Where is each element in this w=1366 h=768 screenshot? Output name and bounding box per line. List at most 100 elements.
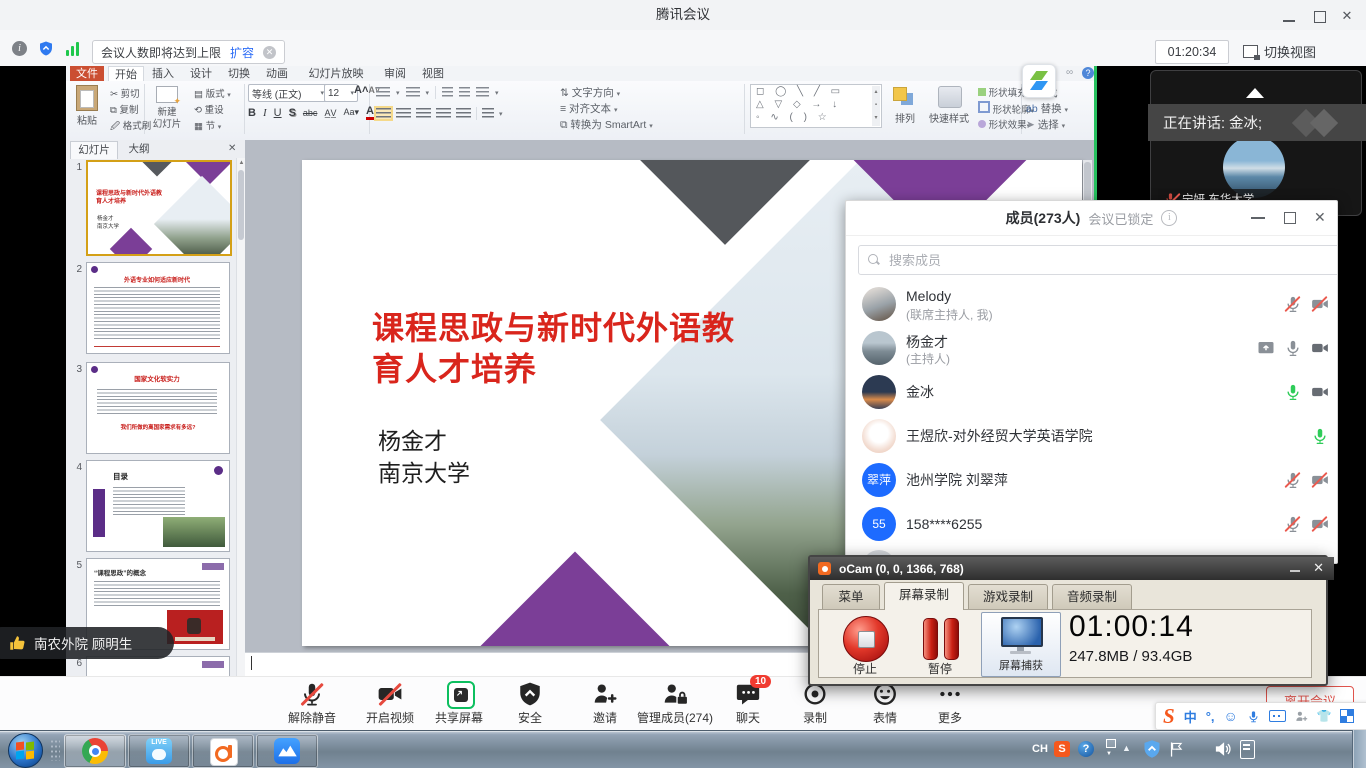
ime-skin-icon[interactable]: 👕 (1317, 709, 1332, 723)
ocam-tab-audio-record[interactable]: 音频录制 (1052, 584, 1132, 610)
expand-link[interactable]: 扩容 (230, 44, 254, 61)
copy-button[interactable]: ⧉ 复制 (110, 102, 138, 116)
sogou-ime-bar[interactable]: S 中 °, ☺ 👕 (1155, 702, 1366, 730)
search-input[interactable] (887, 252, 1271, 269)
arrange-icon[interactable] (893, 87, 917, 107)
tray-shield-icon[interactable] (1142, 738, 1162, 760)
ppt-tab-file[interactable]: 文件 (70, 66, 104, 81)
slide-author[interactable]: 杨金才 (378, 422, 447, 456)
section-button[interactable]: ▦ 节 ▾ (194, 118, 221, 132)
pane-close-icon[interactable]: ✕ (228, 143, 236, 154)
maximize-button[interactable] (1306, 8, 1332, 24)
ime-keyboard-icon[interactable] (1269, 710, 1286, 722)
mic-on-icon[interactable] (1284, 339, 1302, 357)
slide-affiliation[interactable]: 南京大学 (378, 454, 470, 488)
paste-button[interactable]: 粘贴 (70, 112, 104, 127)
smartart-button[interactable]: ⧉ 转换为 SmartArt ▾ (560, 117, 653, 132)
ocam-tab-game-record[interactable]: 游戏录制 (968, 584, 1048, 610)
ime-account-icon[interactable] (1295, 710, 1308, 723)
align-text-button[interactable]: ≡ 对齐文本 ▾ (560, 101, 617, 116)
arrange-button[interactable]: 排列 (885, 110, 925, 125)
text-direction-button[interactable]: ⇅ 文字方向 ▾ (560, 85, 620, 100)
network-signal-icon[interactable] (66, 41, 82, 56)
member-search-box[interactable] (858, 245, 1338, 275)
format-painter-button[interactable]: 🖉 格式刷 (110, 118, 151, 135)
switch-view-button[interactable]: 切换视图 (1243, 40, 1316, 63)
tray-window-icon[interactable]: ▼ (1102, 739, 1116, 758)
ppt-tab-transitions[interactable]: 切换 (222, 66, 256, 81)
camera-muted-icon[interactable] (1311, 471, 1329, 489)
member-row[interactable]: 王煜欣-对外经贸大学英语学院 (846, 414, 1337, 458)
select-button[interactable]: ➤ 选择 ▾ (1026, 117, 1065, 132)
list-buttons[interactable]: ▾▾ ▾ (376, 86, 499, 99)
panel-maximize-button[interactable] (1284, 212, 1296, 224)
panel-close-button[interactable]: ✕ (1314, 209, 1326, 226)
panel-minimize-button[interactable] (1251, 217, 1265, 219)
pause-button[interactable] (944, 618, 959, 660)
mic-speaking-icon[interactable] (1284, 383, 1302, 401)
paste-icon[interactable] (76, 85, 98, 111)
font-family-select[interactable]: 等线 (正文)▾ (248, 84, 328, 102)
font-size-select[interactable]: 12▾ (324, 84, 358, 102)
quick-styles-icon[interactable] (938, 86, 962, 108)
ocam-tab-menu[interactable]: 菜单 (822, 584, 880, 610)
font-style-buttons[interactable]: BIUSabcA̲V̲Aa▾A (248, 105, 368, 120)
ppt-tab-insert[interactable]: 插入 (146, 66, 180, 81)
tray-help-icon[interactable]: ? (1078, 741, 1094, 757)
ocam-minimize-button[interactable] (1290, 570, 1300, 572)
member-row[interactable]: Melody (联席主持人, 我) (846, 282, 1337, 326)
camera-muted-icon[interactable] (1311, 515, 1329, 533)
start-button[interactable] (8, 733, 43, 768)
ime-lang-icon[interactable]: 中 (1184, 707, 1197, 726)
member-row[interactable]: 杨金才 (主持人) (846, 326, 1337, 370)
ppt-tab-animations[interactable]: 动画 (260, 66, 294, 81)
pause-button[interactable] (923, 618, 938, 660)
tray-sogou-icon[interactable]: S (1054, 741, 1070, 757)
chrome-taskbar-button[interactable] (64, 734, 126, 768)
mic-muted-icon[interactable] (1284, 471, 1302, 489)
security-shield-icon[interactable] (38, 40, 54, 57)
tray-tablet-icon[interactable] (1240, 740, 1255, 759)
layout-button[interactable]: ▤ 版式 ▾ (194, 86, 231, 100)
ppt-tab-design[interactable]: 设计 (184, 66, 218, 81)
quick-styles-button[interactable]: 快速样式 (926, 110, 972, 125)
ocam-close-button[interactable]: ✕ (1313, 560, 1324, 576)
member-row[interactable]: 金冰 (846, 370, 1337, 414)
slide-thumb-1[interactable]: 课程思政与新时代外语教 育人才培养 杨金才 南京大学 (86, 160, 232, 256)
camera-on-icon[interactable] (1311, 339, 1329, 357)
show-desktop-button[interactable] (1352, 730, 1366, 768)
ocam-taskbar-button[interactable] (192, 734, 254, 768)
mic-muted-icon[interactable] (1284, 295, 1302, 313)
plugin-float-icon[interactable] (1022, 64, 1056, 98)
tray-flag-icon[interactable] (1168, 740, 1185, 759)
slide-thumb-2[interactable]: 外语专业如何适应新时代 (86, 262, 230, 354)
slide-thumb-6[interactable] (86, 656, 230, 678)
ime-voice-icon[interactable] (1247, 710, 1260, 723)
info-icon[interactable]: i (12, 41, 27, 56)
mic-muted-icon[interactable] (1284, 515, 1302, 533)
ime-toolbox-icon[interactable] (1341, 710, 1353, 722)
ocam-titlebar[interactable]: oCam (0, 0, 1366, 768) ✕ (810, 557, 1334, 580)
camera-muted-icon[interactable] (1311, 295, 1329, 313)
replace-button[interactable]: ab 替换 ▾ (1026, 101, 1068, 116)
reset-button[interactable]: ⟲ 重设 (194, 102, 224, 116)
ppt-tab-home[interactable]: 开始 (108, 66, 144, 82)
locked-info-icon[interactable]: i (1161, 210, 1177, 226)
slide-thumb-3[interactable]: 国家文化软实力 我们所做的离国家需求有多远? (86, 362, 230, 454)
shape-gallery[interactable]: ◻ ◯ ╲ ╱ ▭ △ ▽ ◇ → ↓ ◦ ∿ ( ) ☆ ▴▪▾ (750, 84, 882, 128)
member-row[interactable]: 翠萍 池州学院 刘翠萍 (846, 458, 1337, 502)
close-button[interactable]: ✕ (1334, 8, 1360, 24)
minimize-button[interactable] (1276, 8, 1302, 24)
pane-tab-slides[interactable]: 幻灯片 (70, 141, 118, 159)
align-buttons[interactable]: ▾ (376, 107, 503, 120)
cut-button[interactable]: ✂ 剪切 (110, 86, 140, 100)
member-row[interactable]: 55 158****6255 (846, 502, 1337, 546)
collapse-arrow-icon[interactable] (1246, 88, 1264, 98)
ppt-tab-review[interactable]: 审阅 (378, 66, 412, 81)
screen-capture-button[interactable]: 屏幕捕获 (981, 612, 1061, 677)
pane-tab-outline[interactable]: 大纲 (120, 141, 158, 158)
shape-effects-button[interactable]: 形状效果▾ (978, 117, 1030, 131)
tray-language-indicator[interactable]: CH (1032, 743, 1048, 755)
slide-thumb-4[interactable]: 目录 (86, 460, 230, 552)
tray-volume-icon[interactable] (1214, 740, 1232, 758)
